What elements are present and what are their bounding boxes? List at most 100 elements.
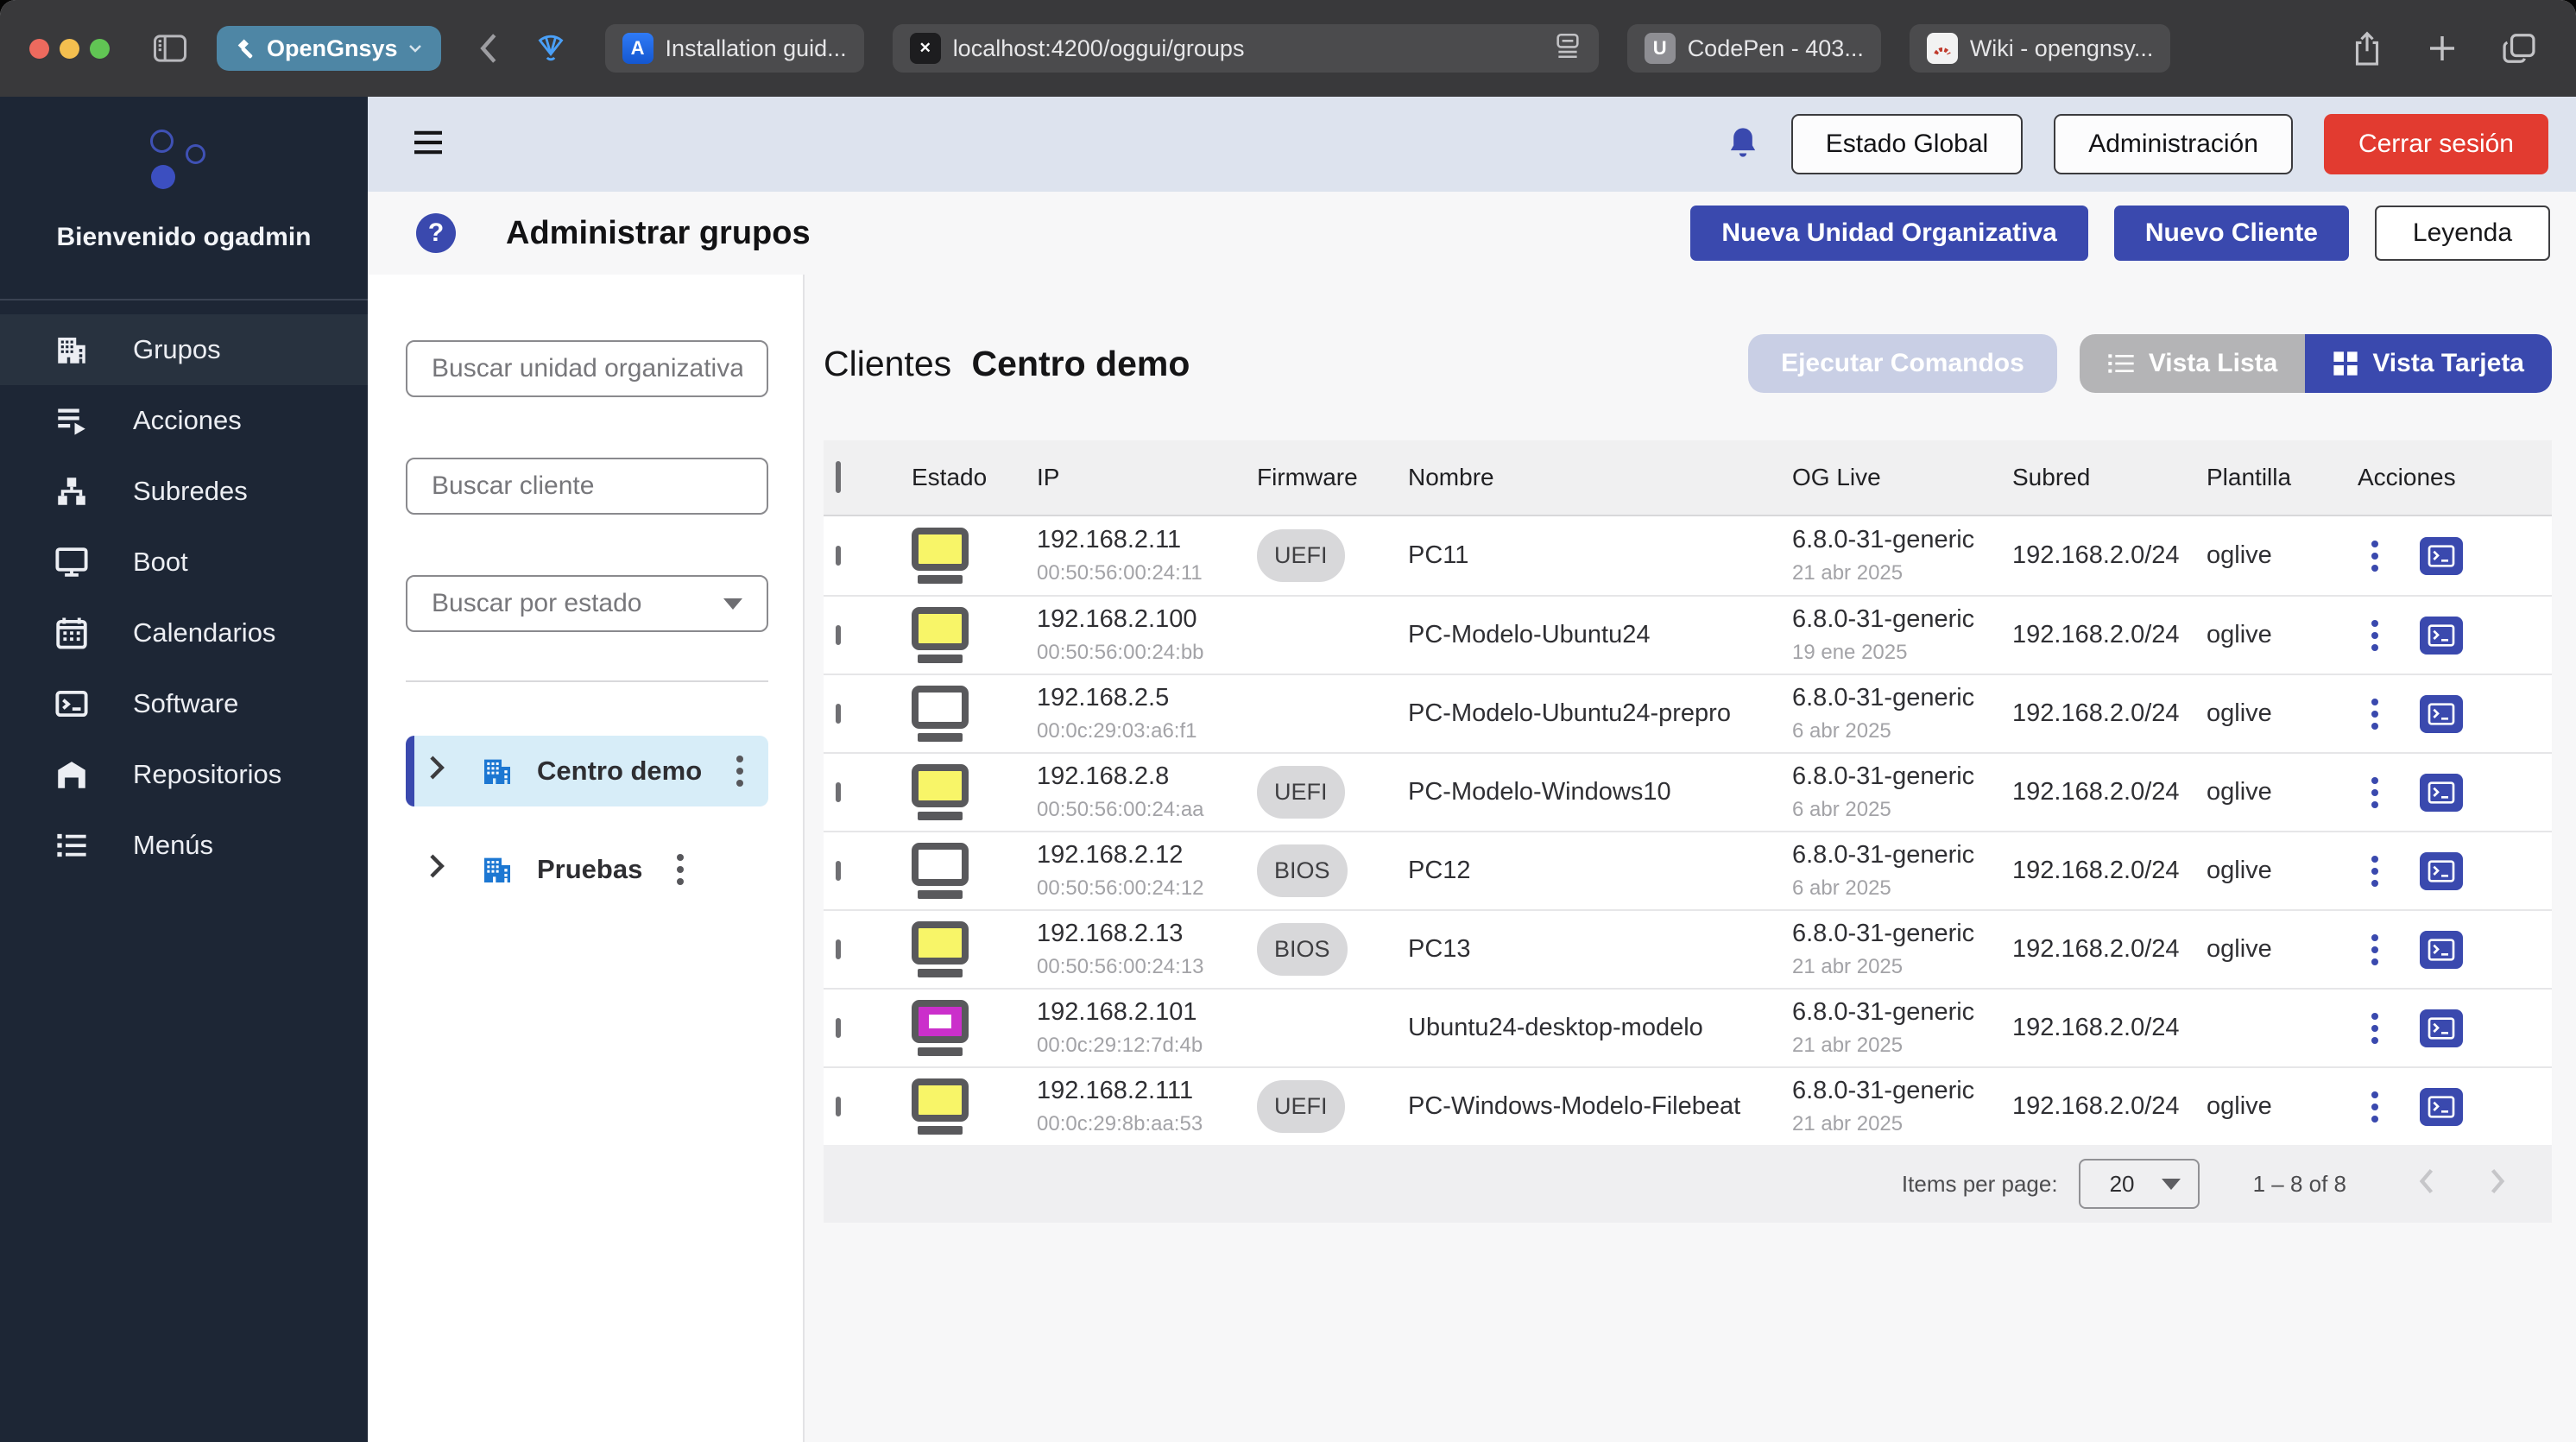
leyenda-button[interactable]: Leyenda <box>2374 206 2550 261</box>
sidebar-item-repositorios[interactable]: Repositorios <box>0 739 368 810</box>
next-page-button[interactable] <box>2484 1166 2510 1203</box>
list-view-icon <box>2108 354 2134 373</box>
row-checkbox[interactable] <box>836 781 841 802</box>
sidebar-item-mens[interactable]: Menús <box>0 810 368 881</box>
client-row-Ubuntu24-desktop-modelo: 192.168.2.101 00:0c:29:12:7d:4b Ubuntu24-d… <box>824 988 2552 1066</box>
search-state-select[interactable]: Buscar por estado <box>406 575 768 632</box>
client-oglive-date: 21 abr 2025 <box>1792 955 1904 978</box>
extension-fan-icon[interactable] <box>533 31 569 66</box>
tab-page-settings-icon[interactable] <box>1554 31 1582 66</box>
tab-overview-icon[interactable] <box>2500 28 2538 68</box>
row-menu-icon[interactable] <box>2371 1091 2378 1123</box>
row-menu-icon[interactable] <box>2371 1012 2378 1044</box>
client-row-PC11: 192.168.2.11 00:50:56:00:24:11 UEFI PC11 6.8… <box>824 516 2552 595</box>
sidebar-item-calendarios[interactable]: Calendarios <box>0 598 368 668</box>
row-menu-icon[interactable] <box>2371 776 2378 808</box>
back-button[interactable] <box>474 29 503 67</box>
tree-node-centro-demo[interactable]: Centro demo <box>406 736 768 806</box>
client-terminal-button[interactable] <box>2420 1009 2463 1047</box>
row-menu-icon[interactable] <box>2371 540 2378 572</box>
vista-lista-toggle[interactable]: Vista Lista <box>2079 334 2306 393</box>
sidebar-item-grupos[interactable]: Grupos <box>0 314 368 385</box>
column-header-firmware: Firmware <box>1257 464 1358 490</box>
sidebar-item-acciones[interactable]: Acciones <box>0 385 368 456</box>
browser-tab-1[interactable]: A Installation guid... <box>604 24 864 73</box>
row-checkbox[interactable] <box>836 624 841 645</box>
vista-tarjeta-toggle[interactable]: Vista Tarjeta <box>2305 334 2552 393</box>
client-terminal-button[interactable] <box>2420 616 2463 655</box>
firmware-badge: UEFI <box>1257 529 1345 582</box>
browser-tab-2[interactable]: ✕ localhost:4200/oggui/groups <box>892 24 1599 73</box>
tree-node-pruebas[interactable]: Pruebas <box>406 834 768 905</box>
page-title-bar: ? Administrar grupos Nueva Unidad Organi… <box>368 192 2576 275</box>
row-checkbox[interactable] <box>836 860 841 881</box>
maximize-window-button[interactable] <box>90 38 110 59</box>
row-checkbox[interactable] <box>836 1096 841 1116</box>
expand-chevron-icon[interactable] <box>425 753 447 789</box>
sidebar-item-label: Acciones <box>133 405 242 435</box>
sidebar-item-boot[interactable]: Boot <box>0 527 368 598</box>
administracion-button[interactable]: Administración <box>2054 114 2293 174</box>
client-template: oglive <box>2207 1092 2272 1120</box>
client-terminal-button[interactable] <box>2420 773 2463 812</box>
building-icon <box>480 754 515 788</box>
sidebar-item-subredes[interactable]: Subredes <box>0 456 368 527</box>
minimize-window-button[interactable] <box>60 38 79 59</box>
browser-profile-button[interactable]: OpenGnsys <box>217 26 441 71</box>
search-client-input[interactable] <box>406 458 768 515</box>
clients-table: 192.168.2.11 00:50:56:00:24:11 UEFI PC11 6.8… <box>824 516 2552 1145</box>
browser-tab-4[interactable]: Wiki - opengnsy... <box>1909 24 2171 73</box>
row-menu-icon[interactable] <box>2371 619 2378 651</box>
nuevo-cliente-button[interactable]: Nuevo Cliente <box>2113 206 2349 261</box>
help-icon[interactable]: ? <box>416 213 456 253</box>
client-template: oglive <box>2207 935 2272 963</box>
column-header-acciones: Acciones <box>2358 464 2456 490</box>
row-checkbox[interactable] <box>836 545 841 566</box>
close-window-button[interactable] <box>29 38 49 59</box>
select-all-checkbox[interactable] <box>836 461 841 493</box>
row-checkbox[interactable] <box>836 1017 841 1038</box>
previous-page-button[interactable] <box>2414 1166 2440 1203</box>
client-name: Ubuntu24-desktop-modelo <box>1408 1014 1703 1041</box>
menu-hamburger-icon[interactable] <box>411 129 445 161</box>
caret-down-icon <box>723 598 742 610</box>
row-menu-icon[interactable] <box>2371 933 2378 965</box>
search-ou-input[interactable] <box>406 340 768 397</box>
share-icon[interactable] <box>2350 28 2384 68</box>
client-terminal-button[interactable] <box>2420 536 2463 575</box>
client-ip: 192.168.2.111 <box>1037 1077 1194 1104</box>
estado-global-button[interactable]: Estado Global <box>1790 114 2024 174</box>
sidebar-item-label: Software <box>133 688 239 718</box>
ejecutar-comandos-button[interactable]: Ejecutar Comandos <box>1748 334 2057 393</box>
logo-circle <box>186 144 205 164</box>
notifications-bell-icon[interactable] <box>1726 123 1760 166</box>
row-checkbox[interactable] <box>836 939 841 959</box>
sidebar-item-software[interactable]: Software <box>0 668 368 739</box>
client-oglive: 6.8.0-31-generic <box>1792 998 1975 1026</box>
row-menu-icon[interactable] <box>736 756 744 787</box>
row-checkbox[interactable] <box>836 703 841 724</box>
nueva-unidad-organizativa-button[interactable]: Nueva Unidad Organizativa <box>1690 206 2088 261</box>
client-terminal-button[interactable] <box>2420 694 2463 733</box>
client-terminal-button[interactable] <box>2420 930 2463 969</box>
column-header-estado: Estado <box>912 464 988 490</box>
row-menu-icon[interactable] <box>2371 855 2378 887</box>
client-subnet: 192.168.2.0/24 <box>2012 1092 2180 1120</box>
client-terminal-button[interactable] <box>2420 1087 2463 1126</box>
client-status-icon-on <box>912 607 969 663</box>
sidebar-header: Bienvenido ogadmin <box>0 97 368 300</box>
row-menu-icon[interactable] <box>677 854 685 885</box>
browser-window: OpenGnsys A Installation guid... ✕ localhos… <box>0 0 2576 1442</box>
client-subnet: 192.168.2.0/24 <box>2012 857 2180 884</box>
row-menu-icon[interactable] <box>2371 698 2378 730</box>
new-tab-icon[interactable] <box>2424 28 2460 68</box>
cerrar-sesion-button[interactable]: Cerrar sesión <box>2323 114 2548 174</box>
tree-node-label: Centro demo <box>537 756 703 786</box>
client-name: PC12 <box>1408 857 1471 884</box>
firmware-badge: UEFI <box>1257 766 1345 819</box>
expand-chevron-icon[interactable] <box>425 851 447 888</box>
client-terminal-button[interactable] <box>2420 851 2463 890</box>
browser-sidebar-icon[interactable] <box>153 34 187 63</box>
browser-tab-3[interactable]: U CodePen - 403... <box>1626 24 1881 73</box>
page-size-select[interactable]: 20 <box>2078 1159 2200 1209</box>
